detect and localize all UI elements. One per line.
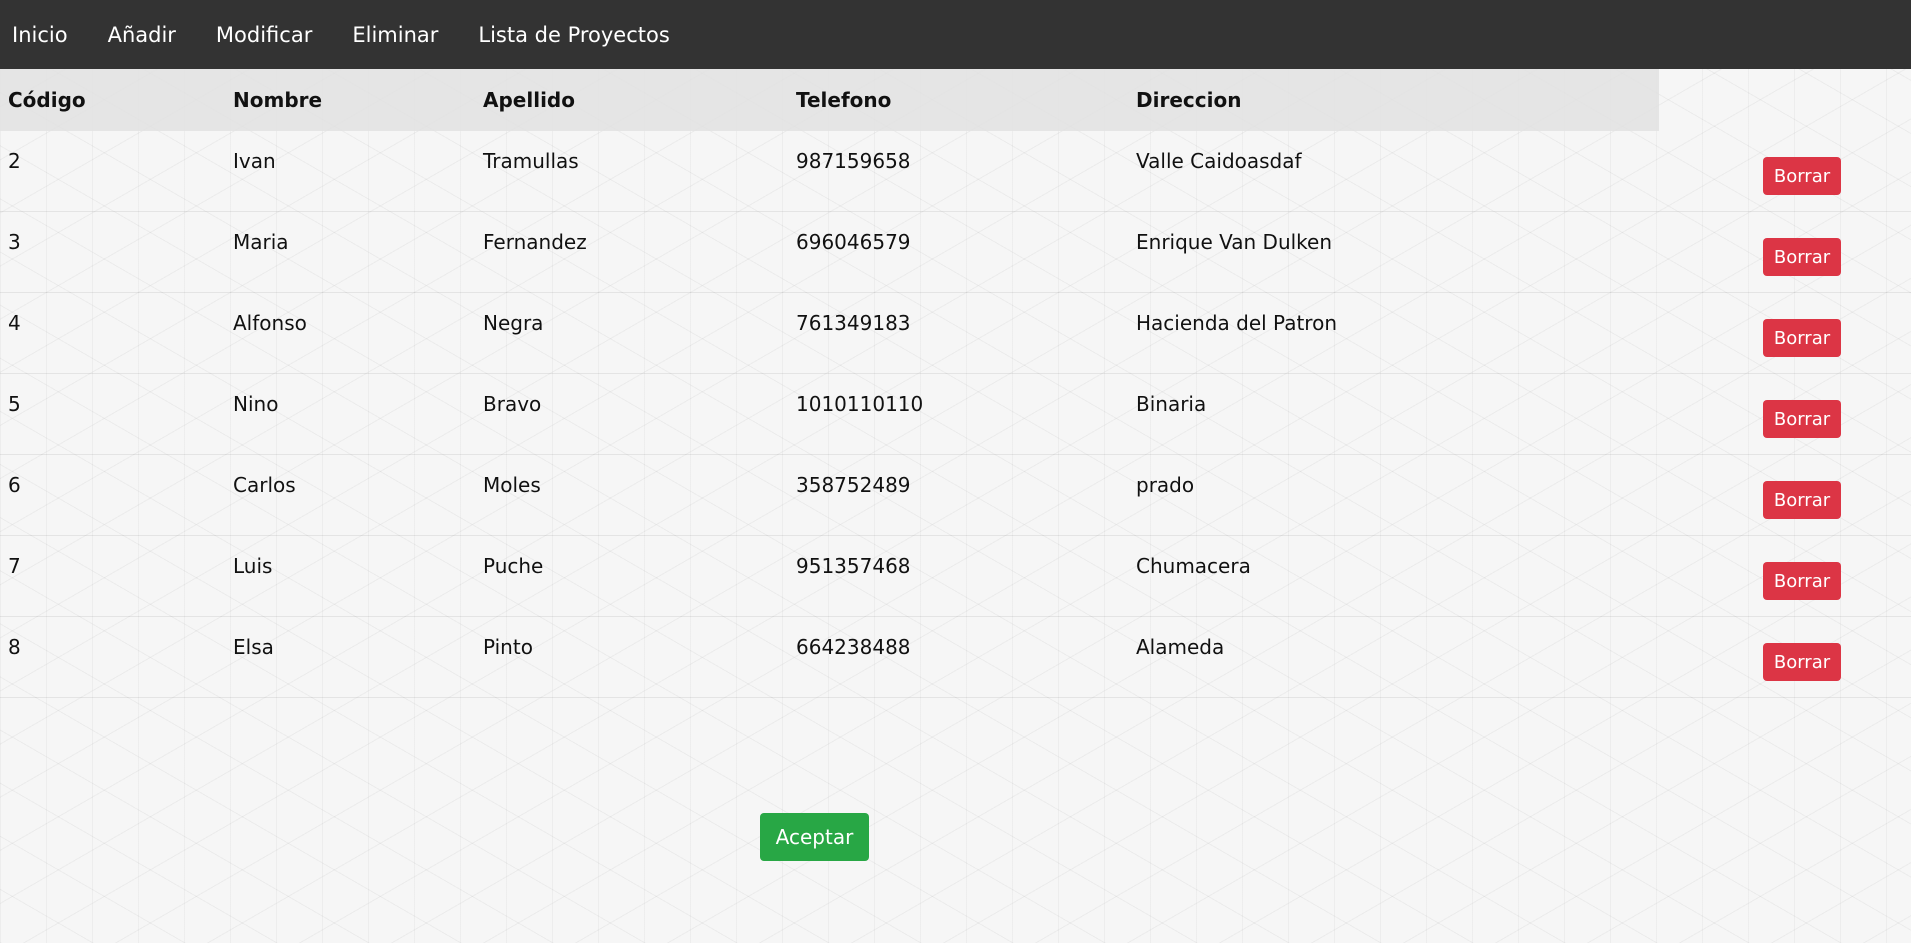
header-nombre: Nombre bbox=[233, 88, 323, 112]
table-row: 5 Nino Bravo 1010110110 Binaria Borrar bbox=[0, 374, 1911, 455]
cell-apellido: Puche bbox=[483, 554, 544, 578]
cell-nombre: Alfonso bbox=[233, 311, 307, 335]
cell-telefono: 951357468 bbox=[796, 554, 911, 578]
cell-direccion: prado bbox=[1136, 473, 1195, 497]
cell-apellido: Pinto bbox=[483, 635, 533, 659]
cell-codigo: 2 bbox=[8, 149, 21, 173]
cell-nombre: Maria bbox=[233, 230, 289, 254]
cell-nombre: Ivan bbox=[233, 149, 276, 173]
nav-inicio[interactable]: Inicio bbox=[12, 23, 68, 47]
cell-nombre: Carlos bbox=[233, 473, 296, 497]
cell-nombre: Luis bbox=[233, 554, 273, 578]
header-apellido: Apellido bbox=[483, 88, 575, 112]
cell-codigo: 3 bbox=[8, 230, 21, 254]
cell-telefono: 696046579 bbox=[796, 230, 911, 254]
cell-codigo: 5 bbox=[8, 392, 21, 416]
delete-button[interactable]: Borrar bbox=[1763, 319, 1841, 357]
accept-button[interactable]: Aceptar bbox=[760, 813, 869, 861]
cell-codigo: 4 bbox=[8, 311, 21, 335]
delete-button[interactable]: Borrar bbox=[1763, 643, 1841, 681]
cell-telefono: 987159658 bbox=[796, 149, 911, 173]
cell-direccion: Alameda bbox=[1136, 635, 1225, 659]
delete-button[interactable]: Borrar bbox=[1763, 562, 1841, 600]
nav-lista-proyectos[interactable]: Lista de Proyectos bbox=[478, 23, 669, 47]
table-row: 6 Carlos Moles 358752489 prado Borrar bbox=[0, 455, 1911, 536]
cell-telefono: 664238488 bbox=[796, 635, 911, 659]
cell-apellido: Tramullas bbox=[483, 149, 579, 173]
cell-codigo: 8 bbox=[8, 635, 21, 659]
cell-nombre: Nino bbox=[233, 392, 279, 416]
table-row: 8 Elsa Pinto 664238488 Alameda Borrar bbox=[0, 617, 1911, 698]
cell-direccion: Binaria bbox=[1136, 392, 1207, 416]
nav-anadir[interactable]: Añadir bbox=[108, 23, 176, 47]
cell-codigo: 6 bbox=[8, 473, 21, 497]
top-navbar: Inicio Añadir Modificar Eliminar Lista d… bbox=[0, 0, 1911, 69]
delete-button[interactable]: Borrar bbox=[1763, 481, 1841, 519]
header-direccion: Direccion bbox=[1136, 88, 1242, 112]
delete-button[interactable]: Borrar bbox=[1763, 238, 1841, 276]
cell-apellido: Bravo bbox=[483, 392, 542, 416]
cell-codigo: 7 bbox=[8, 554, 21, 578]
cell-apellido: Moles bbox=[483, 473, 541, 497]
header-codigo: Código bbox=[8, 88, 86, 112]
header-telefono: Telefono bbox=[796, 88, 892, 112]
delete-button[interactable]: Borrar bbox=[1763, 157, 1841, 195]
table-row: 7 Luis Puche 951357468 Chumacera Borrar bbox=[0, 536, 1911, 617]
cell-direccion: Chumacera bbox=[1136, 554, 1251, 578]
cell-telefono: 1010110110 bbox=[796, 392, 924, 416]
cell-direccion: Valle Caidoasdaf bbox=[1136, 149, 1302, 173]
cell-nombre: Elsa bbox=[233, 635, 274, 659]
table-row: 4 Alfonso Negra 761349183 Hacienda del P… bbox=[0, 293, 1911, 374]
contacts-table: Código Nombre Apellido Telefono Direccio… bbox=[0, 69, 1911, 698]
nav-modificar[interactable]: Modificar bbox=[216, 23, 312, 47]
table-row: 3 Maria Fernandez 696046579 Enrique Van … bbox=[0, 212, 1911, 293]
delete-button[interactable]: Borrar bbox=[1763, 400, 1841, 438]
nav-eliminar[interactable]: Eliminar bbox=[352, 23, 438, 47]
cell-telefono: 358752489 bbox=[796, 473, 911, 497]
table-row: 2 Ivan Tramullas 987159658 Valle Caidoas… bbox=[0, 131, 1911, 212]
cell-apellido: Fernandez bbox=[483, 230, 587, 254]
table-header: Código Nombre Apellido Telefono Direccio… bbox=[0, 69, 1659, 131]
cell-direccion: Enrique Van Dulken bbox=[1136, 230, 1333, 254]
cell-apellido: Negra bbox=[483, 311, 544, 335]
cell-direccion: Hacienda del Patron bbox=[1136, 311, 1338, 335]
cell-telefono: 761349183 bbox=[796, 311, 911, 335]
